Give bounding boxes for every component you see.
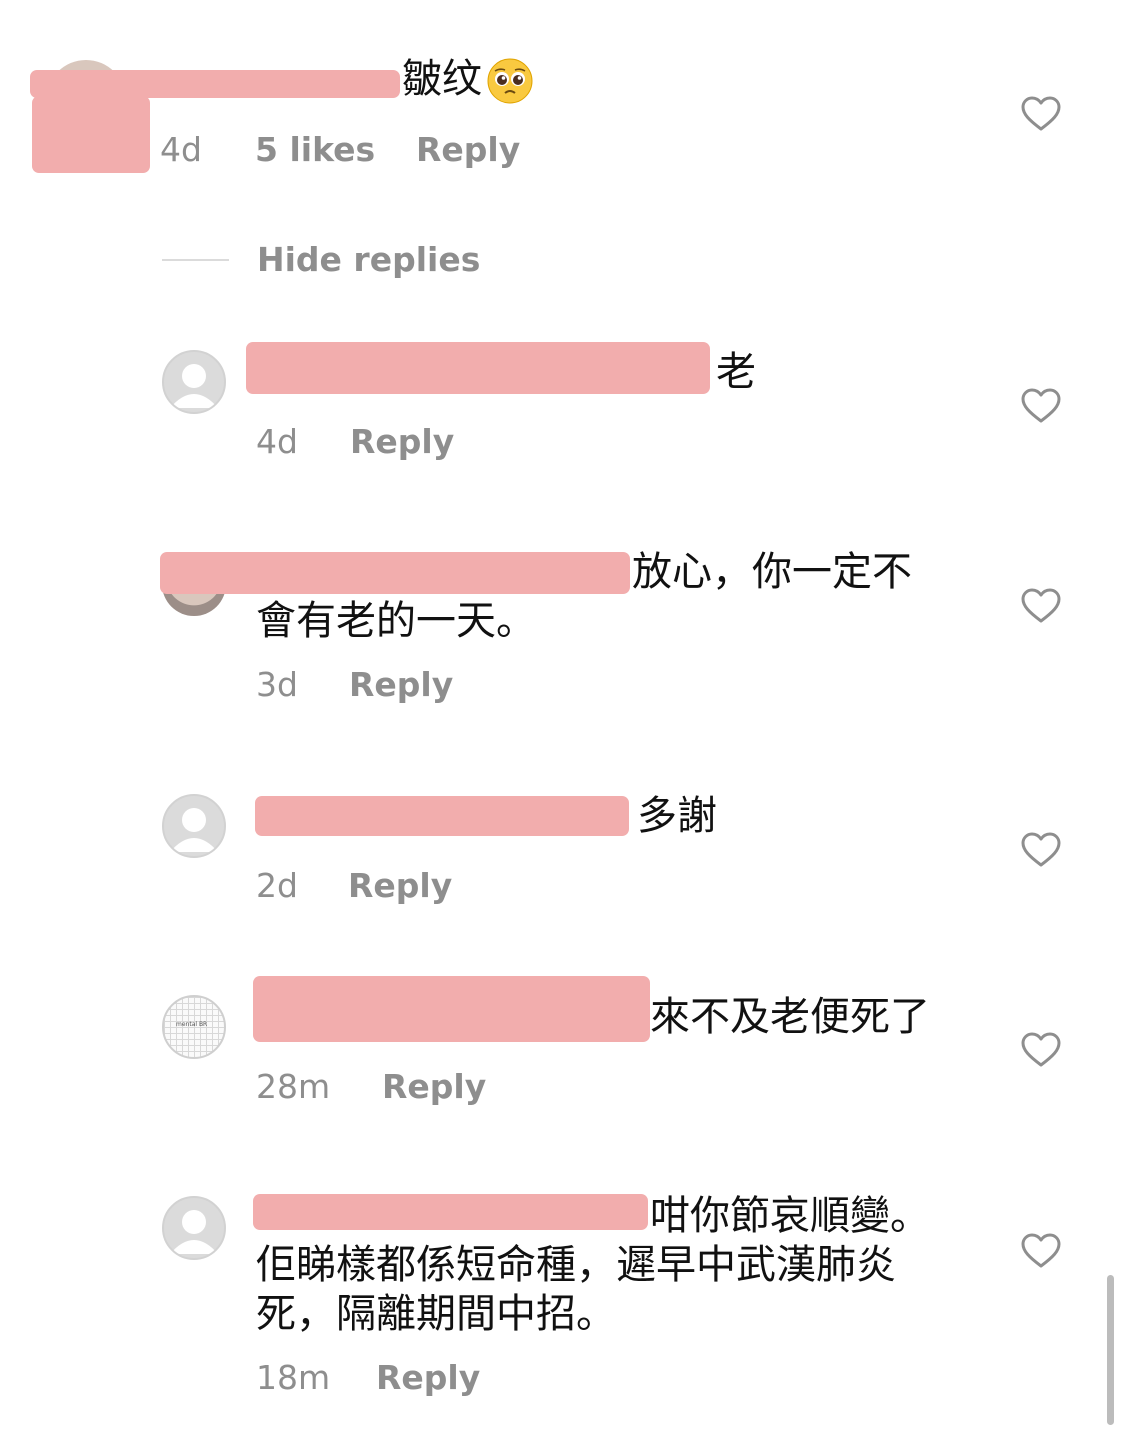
heart-outline-icon[interactable]	[1021, 832, 1061, 868]
reply-button[interactable]: Reply	[350, 422, 454, 461]
reply-text: 多謝	[637, 793, 717, 839]
reply-text-line2: 佢睇樣都係短命種，遲早中武漢肺炎	[256, 1242, 896, 1288]
hide-replies-button[interactable]: Hide replies	[257, 240, 480, 279]
default-user-avatar-icon	[170, 808, 218, 852]
reply-text-line1: 咁你節哀順變。	[650, 1193, 930, 1239]
heart-outline-icon[interactable]	[1021, 96, 1061, 132]
redacted-username	[253, 1194, 648, 1230]
parent-comment-text: 皺纹	[402, 55, 534, 105]
hide-replies-line	[162, 259, 229, 261]
reply-avatar[interactable]	[162, 1196, 226, 1260]
pleading-face-emoji	[487, 58, 533, 104]
reply-button[interactable]: Reply	[348, 866, 452, 905]
reply-button[interactable]: Reply	[382, 1067, 486, 1106]
heart-outline-icon[interactable]	[1021, 388, 1061, 424]
reply-avatar[interactable]: mental BR	[162, 995, 226, 1059]
scrollbar[interactable]	[1107, 1275, 1114, 1425]
avatar-label: mental BR	[176, 1021, 208, 1028]
heart-outline-icon[interactable]	[1021, 1233, 1061, 1269]
redacted-username	[30, 70, 400, 98]
default-user-avatar-icon	[170, 364, 218, 408]
parent-reply-button[interactable]: Reply	[416, 130, 520, 169]
redacted-username	[253, 976, 650, 1042]
parent-comment-time: 4d	[160, 130, 202, 169]
reply-text: 來不及老便死了	[650, 994, 930, 1040]
heart-outline-icon[interactable]	[1021, 588, 1061, 624]
reply-text-line1: 放心，你一定不	[632, 549, 912, 595]
reply-time: 4d	[256, 422, 298, 461]
reply-avatar[interactable]	[162, 350, 226, 414]
reply-avatar[interactable]	[162, 794, 226, 858]
reply-text-line2: 會有老的一天。	[256, 598, 536, 644]
default-user-avatar-icon	[170, 1210, 218, 1254]
redacted-avatar-area	[32, 96, 150, 173]
redacted-username	[160, 552, 630, 594]
reply-text-line3: 死，隔離期間中招。	[256, 1291, 616, 1337]
parent-comment-likes[interactable]: 5 likes	[255, 130, 375, 169]
redacted-username	[255, 796, 629, 836]
reply-time: 18m	[256, 1358, 331, 1397]
reply-button[interactable]: Reply	[349, 665, 453, 704]
reply-time: 3d	[256, 665, 298, 704]
reply-button[interactable]: Reply	[376, 1358, 480, 1397]
redacted-username	[246, 342, 710, 394]
reply-time: 2d	[256, 866, 298, 905]
reply-time: 28m	[256, 1067, 331, 1106]
reply-text: 老	[716, 349, 756, 395]
heart-outline-icon[interactable]	[1021, 1032, 1061, 1068]
